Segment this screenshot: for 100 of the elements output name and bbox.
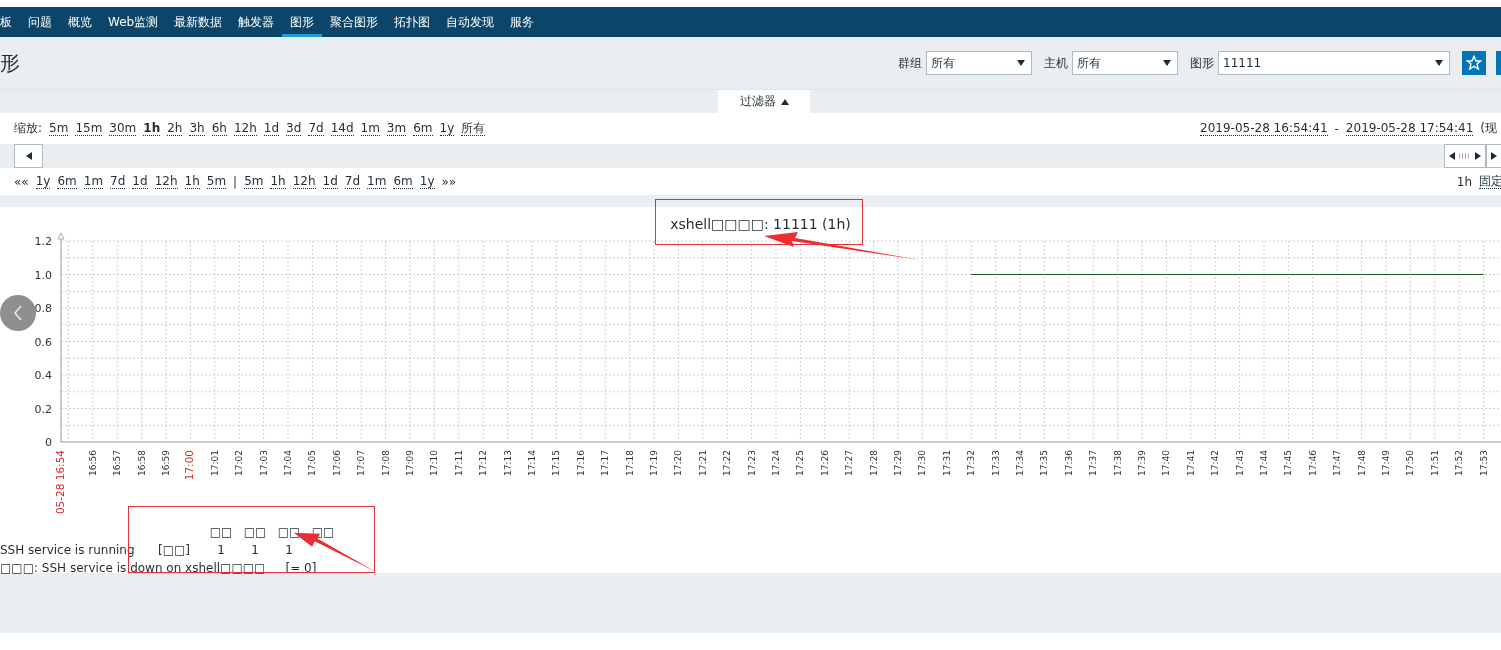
nav-tab[interactable]: Web监测 xyxy=(100,7,167,37)
back-arrows: «« xyxy=(14,174,29,189)
x-tick-label: 17:32 xyxy=(966,450,977,476)
shift-forward-link[interactable]: 1h xyxy=(270,174,286,189)
shift-forward-link[interactable]: 7d xyxy=(344,174,361,189)
nav-tab[interactable]: 服务 xyxy=(502,7,543,37)
nav-tab[interactable]: 触发器 xyxy=(230,7,283,37)
shift-back-link[interactable]: 1d xyxy=(132,174,148,189)
nav-tab[interactable]: 聚合图形 xyxy=(322,7,387,37)
zoom-link[interactable]: 7d xyxy=(308,121,324,136)
filter-tab[interactable]: 过滤器 xyxy=(718,90,810,113)
x-tick-label: 17:48 xyxy=(1356,450,1367,476)
zoom-link[interactable]: 5m xyxy=(49,121,69,136)
filter-label: 图形 xyxy=(1190,54,1214,72)
nav-tab[interactable]: 自动发现 xyxy=(438,7,503,37)
range-handle-icon xyxy=(1449,152,1481,160)
x-tick-label: 17:24 xyxy=(771,450,781,476)
x-tick-label: 17:34 xyxy=(1015,450,1025,476)
x-tick-label: 17:08 xyxy=(380,450,391,476)
zoom-link[interactable]: 3m xyxy=(386,121,407,136)
favorite-button[interactable] xyxy=(1462,51,1486,75)
zoom-link[interactable]: 6h xyxy=(211,121,227,136)
x-tick-label: 17:40 xyxy=(1161,450,1172,476)
x-tick-label: 17:18 xyxy=(624,450,635,476)
nav-tab[interactable]: 最新数据 xyxy=(166,7,231,37)
x-tick-label: 17:09 xyxy=(405,450,415,476)
legend-column-header: □□ xyxy=(242,524,268,541)
x-tick-label: 17:03 xyxy=(258,450,269,476)
right-triangle-icon xyxy=(1491,152,1497,160)
legend-function: [□□] xyxy=(158,542,192,559)
zoom-link[interactable]: 12h xyxy=(233,121,257,136)
zoom-link[interactable]: 3d xyxy=(286,121,302,136)
nav-tab[interactable]: 问题 xyxy=(20,7,60,37)
zoom-link[interactable]: 1m xyxy=(360,121,380,136)
scroll-left-button[interactable] xyxy=(14,144,43,168)
x-tick-label: 17:02 xyxy=(234,450,245,476)
x-tick-label: 17:30 xyxy=(917,450,928,476)
legend-column-header: □□ xyxy=(208,524,234,541)
x-tick-label: 17:17 xyxy=(600,450,611,476)
shift-forward-link[interactable]: 6m xyxy=(393,174,413,189)
x-tick-label: 17:07 xyxy=(356,450,367,476)
graph-title: xshell□□□□: 11111 (1h) xyxy=(669,216,852,232)
x-tick-label: 16:57 xyxy=(112,450,123,476)
x-tick-label: 17:47 xyxy=(1332,450,1343,476)
shift-back-link[interactable]: 12h xyxy=(154,174,178,189)
nav-tab[interactable]: 板 xyxy=(0,7,20,37)
caret-icon xyxy=(1435,60,1443,66)
zoom-link[interactable]: 1y xyxy=(439,121,455,136)
x-tick-label: 17:13 xyxy=(502,450,513,476)
zoom-handle-button[interactable] xyxy=(1444,144,1486,168)
x-tick-label: 17:21 xyxy=(697,450,708,476)
x-tick-label: 17:35 xyxy=(1039,450,1050,476)
zoom-link[interactable]: 1h xyxy=(143,121,161,136)
filter-label: 群组 xyxy=(898,54,922,72)
star-icon xyxy=(1466,55,1482,71)
now-label: (现 xyxy=(1480,120,1497,137)
shift-back-link[interactable]: 7d xyxy=(110,174,126,189)
shift-forward-link[interactable]: 1y xyxy=(419,174,435,189)
shift-back-link[interactable]: 6m xyxy=(57,174,77,189)
x-tick-label: 16:59 xyxy=(161,450,171,476)
zoom-link[interactable]: 15m xyxy=(75,121,103,136)
x-tick-label: 17:22 xyxy=(722,450,733,476)
time-to-link[interactable]: 2019-05-28 17:54:41 xyxy=(1345,121,1474,136)
time-from-link[interactable]: 2019-05-28 16:54:41 xyxy=(1200,121,1328,136)
filter-select[interactable]: 所有 xyxy=(926,51,1032,75)
period-label: 1h xyxy=(1456,174,1472,189)
zoom-link[interactable]: 1d xyxy=(263,121,280,136)
shift-back-link[interactable]: 1y xyxy=(35,174,51,189)
x-tick-label: 17:01 xyxy=(209,450,220,476)
x-tick-label: 17:16 xyxy=(575,450,586,476)
shift-forward-link[interactable]: 12h xyxy=(292,174,316,189)
x-tick-label: 05-28 16:54 xyxy=(54,450,66,515)
x-tick-label: 17:00 xyxy=(183,450,196,481)
zoom-link[interactable]: 14d xyxy=(330,121,354,136)
shift-forward-link[interactable]: 1m xyxy=(367,174,387,189)
zoom-link[interactable]: 6m xyxy=(413,121,433,136)
x-tick-label: 17:10 xyxy=(429,450,440,476)
nav-tab[interactable]: 概览 xyxy=(60,7,100,37)
x-tick-label: 17:29 xyxy=(893,450,903,476)
x-tick-label: 17:37 xyxy=(1088,450,1099,476)
nav-tab[interactable]: 拓扑图 xyxy=(386,7,439,37)
x-tick-label: 17:44 xyxy=(1259,450,1269,476)
zoom-link[interactable]: 30m xyxy=(109,121,137,136)
x-tick-label: 17:45 xyxy=(1283,450,1294,476)
filter-select[interactable]: 所有 xyxy=(1072,51,1178,75)
x-tick-label: 17:04 xyxy=(283,450,293,476)
filter-select[interactable]: 11111 xyxy=(1218,51,1450,75)
caret-icon xyxy=(1017,60,1025,66)
caret-icon xyxy=(1163,60,1171,66)
x-tick-label: 17:50 xyxy=(1405,450,1416,476)
shift-forward-link[interactable]: 1d xyxy=(322,174,338,189)
zoom-link[interactable]: 所有 xyxy=(461,121,486,136)
shift-back-link[interactable]: 5m xyxy=(206,174,227,189)
legend-value: 1 xyxy=(216,542,226,559)
shift-forward-link[interactable]: 5m xyxy=(244,174,264,189)
zoom-link[interactable]: 3h xyxy=(189,121,205,136)
x-tick-label: 17:23 xyxy=(746,450,757,476)
shift-back-link[interactable]: 1m xyxy=(83,174,104,189)
zoom-link[interactable]: 2h xyxy=(167,121,183,136)
shift-back-link[interactable]: 1h xyxy=(184,174,200,189)
